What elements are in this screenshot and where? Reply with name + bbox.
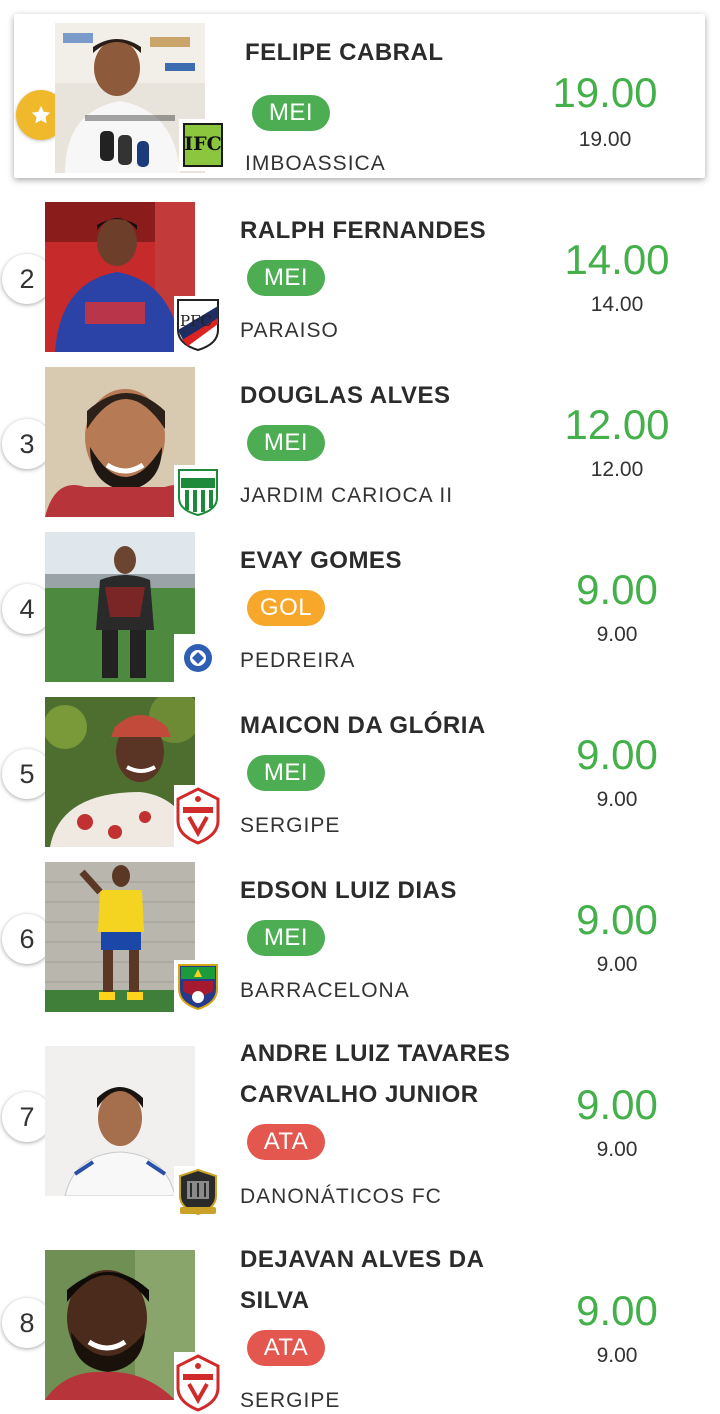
- position-badge: ATA: [247, 1124, 325, 1160]
- player-photo: [45, 202, 195, 352]
- player-row[interactable]: 2 PFC RALPH FERNANDES MEI PARAISO 14.00 …: [0, 196, 720, 356]
- team-name: IMBOASSICA: [245, 152, 386, 175]
- crest-text: PFC: [180, 312, 212, 330]
- position-badge: MEI: [247, 920, 325, 956]
- player-row[interactable]: 4 EVAY GOMES GOL PEDREIRA 9.00 9.00: [0, 526, 720, 686]
- position-badge: ATA: [247, 1330, 325, 1366]
- player-row[interactable]: 3 DOUGLAS ALVES MEI JARDIM CARIOCA II 12…: [0, 361, 720, 521]
- player-row[interactable]: 5 MAICON DA GLÓRIA MEI SERGIPE 9.00 9.00: [0, 691, 720, 851]
- player-score: 14.00: [564, 236, 670, 283]
- player-name: RALPH FERNANDES: [240, 217, 487, 244]
- player-name: DOUGLAS ALVES: [240, 382, 451, 409]
- jardim-carioca-crest-icon: [174, 465, 222, 517]
- player-photo: [45, 1046, 195, 1196]
- player-sub-score: 9.00: [596, 1138, 638, 1161]
- player-score: 12.00: [564, 401, 670, 448]
- paraiso-crest-icon: PFC: [174, 296, 222, 352]
- player-photo: [45, 532, 195, 682]
- player-sub-score: 9.00: [596, 788, 638, 811]
- imboassica-crest-icon: IFC: [179, 119, 227, 171]
- player-name: DEJAVAN ALVES DA SILVA: [240, 1246, 485, 1314]
- player-photo: [45, 367, 195, 517]
- player-sub-score: 14.00: [590, 293, 644, 316]
- player-row[interactable]: IFC FELIPE CABRAL MEI IMBOASSICA 19.00 1…: [0, 14, 720, 175]
- player-photo: [45, 697, 195, 847]
- pedreira-crest-icon: [174, 634, 222, 682]
- player-sub-score: 9.00: [596, 1344, 638, 1367]
- player-photo: [45, 862, 195, 1012]
- player-sub-score: 9.00: [596, 953, 638, 976]
- player-name: FELIPE CABRAL: [245, 39, 444, 66]
- player-photo: [45, 1250, 195, 1400]
- player-name: EVAY GOMES: [240, 547, 402, 574]
- team-name: JARDIM CARIOCA II: [240, 484, 454, 507]
- player-score: 9.00: [576, 1287, 658, 1334]
- player-name: MAICON DA GLÓRIA: [240, 712, 486, 739]
- danonaticos-crest-icon: [174, 1166, 222, 1218]
- position-badge: GOL: [247, 590, 325, 626]
- team-name: SERGIPE: [240, 1389, 341, 1412]
- player-sub-score: 9.00: [596, 623, 638, 646]
- player-row[interactable]: 7 ANDRE LUIZ TAVARES CARVALHO JUNIOR ATA…: [0, 1022, 720, 1222]
- player-score: 19.00: [552, 69, 658, 116]
- player-score: 9.00: [576, 566, 658, 613]
- barracelona-crest-icon: [174, 960, 222, 1012]
- player-row[interactable]: 6 EDSON LUIZ DIAS MEI BARRACELONA 9.00 9…: [0, 856, 720, 1016]
- player-score: 9.00: [576, 896, 658, 943]
- team-name: BARRACELONA: [240, 979, 410, 1002]
- player-score: 9.00: [576, 1081, 658, 1128]
- position-badge: MEI: [247, 425, 325, 461]
- position-badge: MEI: [247, 755, 325, 791]
- team-name: DANONÁTICOS FC: [240, 1185, 442, 1208]
- player-name: EDSON LUIZ DIAS: [240, 877, 457, 904]
- player-name: ANDRE LUIZ TAVARES CARVALHO JUNIOR: [240, 1040, 511, 1108]
- player-sub-score: 19.00: [578, 128, 632, 151]
- player-score: 9.00: [576, 731, 658, 778]
- team-name: PEDREIRA: [240, 649, 356, 672]
- crest-text: IFC: [184, 133, 222, 155]
- player-sub-score: 12.00: [590, 458, 644, 481]
- position-badge: MEI: [247, 260, 325, 296]
- sergipe-crest-icon: [174, 785, 222, 847]
- sergipe-crest-icon: [174, 1352, 222, 1414]
- position-badge: MEI: [252, 95, 330, 131]
- player-row[interactable]: 8 DEJAVAN ALVES DA SILVA ATA SERGIPE 9.0…: [0, 1228, 720, 1414]
- team-name: SERGIPE: [240, 814, 341, 837]
- team-name: PARAISO: [240, 319, 339, 342]
